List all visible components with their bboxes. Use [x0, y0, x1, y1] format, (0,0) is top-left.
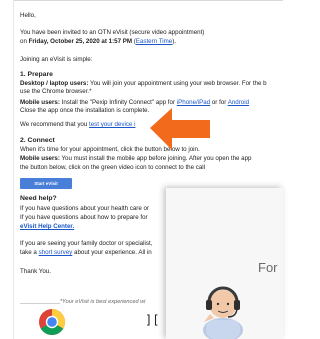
desktop-label: Desktop / laptop users:: [20, 80, 89, 87]
footer-divider: [20, 303, 60, 304]
survey-line1: If you are seeing your family doctor or …: [20, 240, 153, 247]
joining-text: Joining an eVisit is simple:: [20, 56, 93, 63]
mobile2-label: Mobile users:: [20, 155, 60, 162]
tz-close: ).: [172, 38, 177, 45]
android-link[interactable]: Android: [228, 99, 249, 106]
survey-take: take a: [20, 249, 39, 256]
help-line1: If you have questions about your health …: [20, 205, 149, 212]
help-link-line: eVisit Help Center.: [20, 223, 74, 231]
help-line2: If you have questions about how to prepa…: [20, 214, 148, 221]
mobile-text: Install the "Pexip Infinity Connect" app…: [59, 99, 177, 106]
step1-heading: 1. Prepare: [20, 71, 53, 78]
desktop-line: Desktop / laptop users: You will join yo…: [20, 80, 267, 88]
eastern-time-link[interactable]: Eastern Time: [136, 38, 172, 45]
arrow-icon: [150, 108, 210, 150]
greeting: Hello,: [20, 12, 36, 19]
frame-border-top: [13, 0, 283, 1]
footer-note: *Your eVisit is best experienced wi: [60, 299, 146, 305]
frame-border-left: [13, 0, 14, 339]
survey-line2: take a short survey about your experienc…: [20, 249, 152, 257]
appointment-datetime: Friday, October 25, 2020 at 1:57 PM: [28, 38, 133, 45]
short-survey-link[interactable]: short survey: [39, 249, 73, 256]
desktop-text: You will join your appointment using you…: [88, 80, 267, 87]
invite-line: You have been invited to an OTN eVisit (…: [20, 29, 205, 36]
survey-post: about your experience. All in: [72, 249, 152, 256]
desktop-line2: use the Chrome browser.*: [20, 88, 92, 95]
chrome-icon: [39, 309, 66, 336]
recommend-line: We recommend that you test your device i: [20, 121, 135, 129]
help-heading: Need help?: [20, 195, 57, 202]
invite-on-text: on: [20, 38, 29, 45]
help-center-link[interactable]: eVisit Help Center.: [20, 223, 74, 230]
overlay-panel: For: [166, 188, 283, 339]
iphone-link[interactable]: iPhone/iPad: [177, 99, 210, 106]
mobile-label: Mobile users:: [20, 99, 60, 106]
mobile2-line: Mobile users: You must install the mobil…: [20, 155, 252, 163]
recommend-text: We recommend that you: [20, 121, 90, 128]
start-evisit-button[interactable]: Start eVisit: [20, 178, 72, 189]
step2-heading: 2. Connect: [20, 137, 55, 144]
mobile2-line2: the button below, click on the green vid…: [20, 164, 206, 171]
thank-you: Thank You.: [20, 268, 51, 275]
test-device-link[interactable]: test your device i: [89, 121, 135, 128]
overlay-text: For: [258, 260, 278, 275]
headset-person-icon: [203, 286, 243, 339]
invite-date-line: on Friday, October 25, 2020 at 1:57 PM (…: [20, 38, 176, 46]
or-text: or for: [210, 99, 228, 106]
mobile2-text: You must install the mobile app before j…: [59, 155, 252, 162]
brackets-icon: ][: [145, 313, 160, 327]
close-app-text: Close the app once the installation is c…: [20, 107, 150, 114]
mobile-line: Mobile users: Install the "Pexip Infinit…: [20, 99, 249, 107]
